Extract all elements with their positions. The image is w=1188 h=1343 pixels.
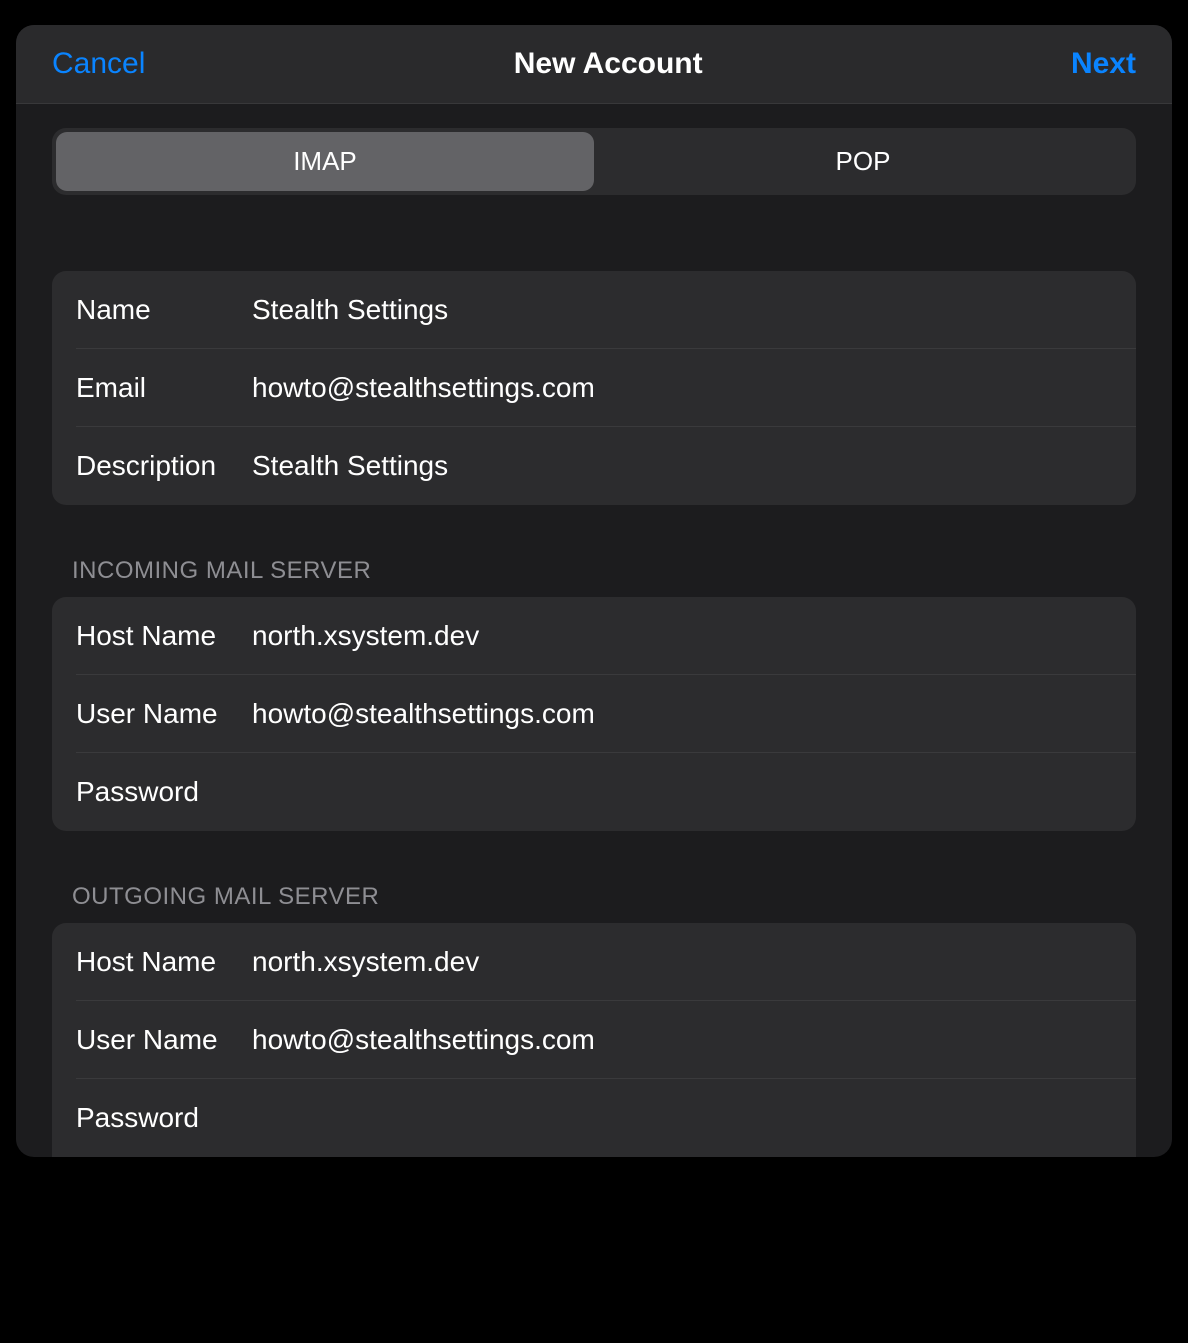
email-row: Email xyxy=(52,349,1136,427)
modal-header: Cancel New Account Next xyxy=(16,25,1172,104)
incoming-user-row: User Name xyxy=(52,675,1136,753)
segment-imap[interactable]: IMAP xyxy=(56,132,594,191)
outgoing-group: Host Name User Name Password xyxy=(52,923,1136,1157)
description-row: Description xyxy=(52,427,1136,505)
name-input[interactable] xyxy=(252,294,1112,326)
new-account-modal: Cancel New Account Next IMAP POP Name Em… xyxy=(16,25,1172,1157)
description-label: Description xyxy=(76,450,252,482)
outgoing-user-row: User Name xyxy=(52,1001,1136,1079)
incoming-password-input[interactable] xyxy=(252,776,1112,808)
outgoing-password-input[interactable] xyxy=(252,1102,1112,1134)
incoming-password-label: Password xyxy=(76,776,252,808)
name-row: Name xyxy=(52,271,1136,349)
description-input[interactable] xyxy=(252,450,1112,482)
segment-pop[interactable]: POP xyxy=(594,132,1132,191)
email-input[interactable] xyxy=(252,372,1112,404)
outgoing-section-header: Outgoing Mail Server xyxy=(52,883,1136,923)
outgoing-user-label: User Name xyxy=(76,1024,252,1056)
outgoing-host-label: Host Name xyxy=(76,946,252,978)
incoming-group: Host Name User Name Password xyxy=(52,597,1136,831)
name-label: Name xyxy=(76,294,252,326)
email-label: Email xyxy=(76,372,252,404)
incoming-section-header: Incoming Mail Server xyxy=(52,557,1136,597)
modal-title: New Account xyxy=(514,47,703,81)
outgoing-host-row: Host Name xyxy=(52,923,1136,1001)
outgoing-host-input[interactable] xyxy=(252,946,1112,978)
incoming-host-row: Host Name xyxy=(52,597,1136,675)
outgoing-user-input[interactable] xyxy=(252,1024,1112,1056)
modal-content: IMAP POP Name Email Description Incoming… xyxy=(16,104,1172,1157)
account-group: Name Email Description xyxy=(52,271,1136,505)
protocol-segmented-control: IMAP POP xyxy=(52,128,1136,195)
incoming-password-row: Password xyxy=(52,753,1136,831)
incoming-host-input[interactable] xyxy=(252,620,1112,652)
cancel-button[interactable]: Cancel xyxy=(52,47,145,81)
next-button[interactable]: Next xyxy=(1071,47,1136,81)
incoming-user-label: User Name xyxy=(76,698,252,730)
incoming-user-input[interactable] xyxy=(252,698,1112,730)
outgoing-password-label: Password xyxy=(76,1102,252,1134)
incoming-host-label: Host Name xyxy=(76,620,252,652)
outgoing-password-row: Password xyxy=(52,1079,1136,1157)
